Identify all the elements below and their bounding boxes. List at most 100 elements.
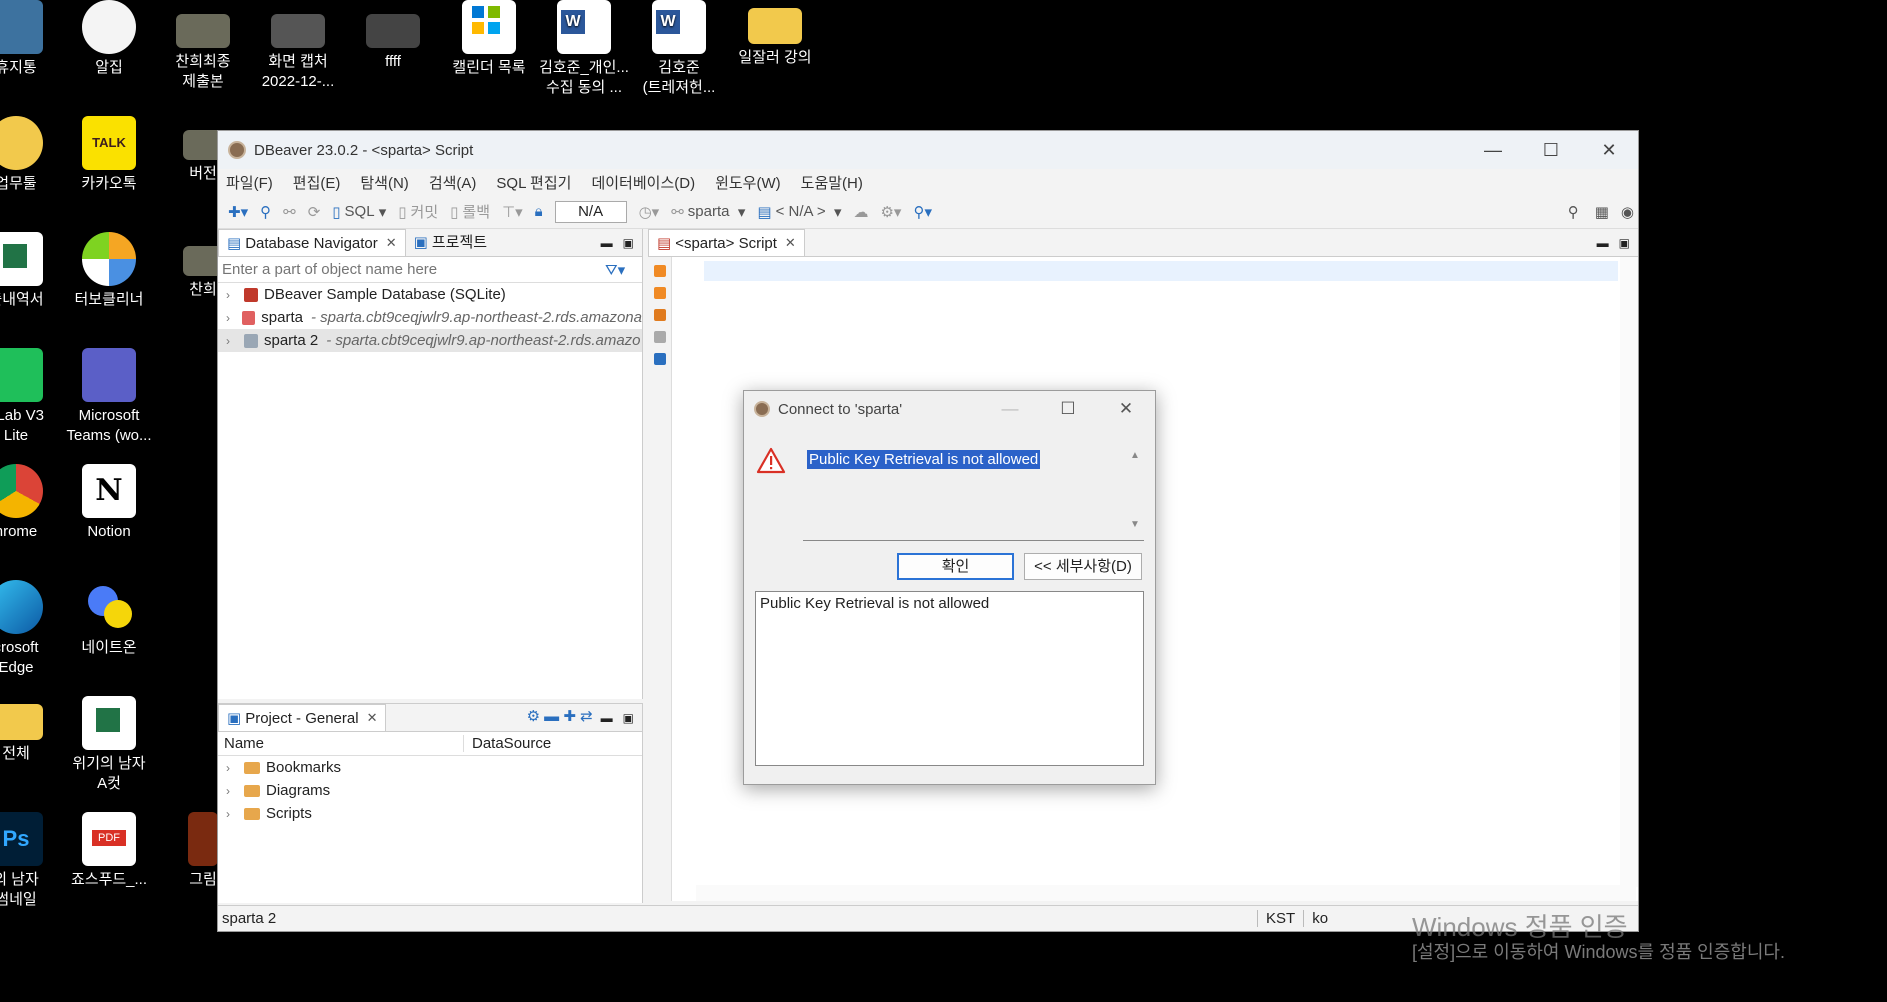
minimize-icon[interactable]: — — [1464, 140, 1522, 161]
editor-vertical-scrollbar[interactable] — [1620, 257, 1638, 887]
desktop-icon-calendar-list[interactable]: 캘린더 목록 — [441, 0, 537, 78]
commit-button[interactable]: ▯ 커밋 — [398, 201, 438, 222]
desktop-icon-alzip[interactable]: 알집 — [61, 0, 157, 78]
execute-statement-icon[interactable] — [653, 265, 666, 277]
desktop-icon-nateon[interactable]: 네이트온 — [61, 580, 157, 658]
project-settings-icon[interactable]: ⚙ ▬ ✚ ⇄ — [527, 707, 593, 731]
details-button[interactable]: << 세부사항(D) — [1024, 553, 1142, 580]
menu-edit[interactable]: 편집(E) — [293, 172, 341, 193]
column-datasource[interactable]: DataSource — [464, 735, 551, 752]
tab-projects[interactable]: ▣ 프로젝트 — [406, 227, 495, 256]
desktop-icon-excel-1[interactable]: 출내역서 — [0, 232, 64, 310]
history-icon[interactable]: ◷▾ — [639, 203, 660, 221]
desktop-icon-word-2[interactable]: W 김호준 (트레져헌... — [631, 0, 727, 98]
schema-selector[interactable]: ▤ < N/A > ▾ — [757, 203, 841, 221]
tab-project-general[interactable]: ▣ Project - General ✕ — [218, 704, 387, 731]
panel-minimize-icon[interactable]: ▬ — [601, 236, 613, 256]
tools-icon[interactable]: ⚙▾ — [880, 203, 901, 221]
transaction-box[interactable]: N/A — [554, 200, 627, 223]
close-icon[interactable]: ✕ — [1580, 140, 1638, 161]
dbeaver-perspective-icon[interactable]: ◉ — [1621, 203, 1634, 221]
editor-horizontal-scrollbar[interactable] — [696, 885, 1636, 901]
chevron-right-icon[interactable]: › — [226, 288, 244, 302]
panel-maximize-icon[interactable]: ▣ — [1619, 236, 1630, 256]
tree-item-sample-db[interactable]: › DBeaver Sample Database (SQLite) — [218, 283, 642, 306]
execute-in-new-tab-icon[interactable] — [653, 287, 666, 299]
transaction-mode-icon[interactable]: ⊤▾ — [502, 203, 523, 221]
menu-file[interactable]: 파일(F) — [226, 172, 273, 193]
navigator-filter-input[interactable] — [222, 261, 597, 278]
sql-editor-button[interactable]: ▯ SQL ▾ — [332, 203, 386, 221]
editor-current-line[interactable] — [704, 261, 1618, 281]
menu-database[interactable]: 데이터베이스(D) — [591, 172, 695, 193]
error-message-box[interactable]: Public Key Retrieval is not allowed ▲ ▼ — [803, 446, 1144, 541]
desktop-icon-word-1[interactable]: W 김호준_개인... 수집 동의 ... — [536, 0, 632, 98]
close-tab-icon[interactable]: ✕ — [386, 235, 397, 251]
global-search-icon[interactable]: ⚲ — [1568, 203, 1579, 221]
desktop-icon-ahnlab[interactable]: nLab V3 Lite — [0, 348, 64, 446]
tree-item-diagrams[interactable]: › Diagrams — [218, 779, 642, 802]
chevron-right-icon[interactable]: › — [226, 784, 244, 798]
column-name[interactable]: Name — [218, 735, 464, 752]
tab-sparta-script[interactable]: ▤ <sparta> Script ✕ — [648, 229, 805, 256]
perspective-icon[interactable]: ▦ — [1595, 203, 1609, 221]
message-scrollbar[interactable]: ▲ ▼ — [1126, 446, 1144, 540]
new-connection-icon[interactable]: ✚▾ — [228, 203, 248, 221]
close-icon[interactable]: ✕ — [1097, 399, 1155, 419]
terminal-icon[interactable] — [653, 353, 666, 365]
desktop-icon-recycle-bin[interactable]: 휴지통 — [0, 0, 64, 78]
tree-item-sparta-2[interactable]: › sparta 2 - sparta.cbt9ceqjwlr9.ap-nort… — [218, 329, 642, 352]
execute-script-icon[interactable] — [653, 309, 666, 321]
datasource-selector[interactable]: ⚯ sparta ▾ — [671, 203, 745, 221]
menu-sql-editor[interactable]: SQL 편집기 — [496, 172, 571, 193]
error-details-text[interactable]: Public Key Retrieval is not allowed — [755, 591, 1144, 766]
explain-plan-icon[interactable] — [653, 331, 666, 343]
lock-icon[interactable]: 🔒︎ — [535, 203, 543, 220]
menu-window[interactable]: 윈도우(W) — [715, 172, 781, 193]
cloud-icon[interactable]: ☁ — [853, 203, 868, 221]
window-titlebar[interactable]: DBeaver 23.0.2 - <sparta> Script — ☐ ✕ — [218, 131, 1638, 169]
desktop-icon-chrome[interactable]: hrome — [0, 464, 64, 542]
desktop-icon-screenshot[interactable]: 화면 캡처 2022-12-... — [250, 0, 346, 92]
chevron-right-icon[interactable]: › — [226, 311, 242, 325]
search-toolbar-icon[interactable]: ⚲▾ — [913, 203, 932, 221]
desktop-icon-folder-lecture[interactable]: 일잘러 강의 — [727, 0, 823, 68]
filter-icon[interactable]: ⛛▾ — [605, 261, 625, 279]
minimize-icon[interactable]: — — [981, 399, 1039, 419]
chevron-right-icon[interactable]: › — [226, 334, 244, 348]
desktop-icon-video-1[interactable]: 찬희최종 제출본 — [155, 0, 251, 92]
tree-item-bookmarks[interactable]: › Bookmarks — [218, 756, 642, 779]
tree-item-sparta[interactable]: › sparta - sparta.cbt9ceqjwlr9.ap-northe… — [218, 306, 642, 329]
menu-search[interactable]: 검색(A) — [429, 172, 477, 193]
desktop-icon-work-tools[interactable]: 업무툴 — [0, 116, 64, 194]
panel-minimize-icon[interactable]: ▬ — [1597, 236, 1609, 256]
close-tab-icon[interactable]: ✕ — [785, 235, 796, 251]
ok-button[interactable]: 확인 — [897, 553, 1014, 580]
invalidate-icon[interactable]: ⟳ — [308, 203, 321, 221]
panel-maximize-icon[interactable]: ▣ — [623, 236, 634, 256]
desktop-icon-excel-2[interactable]: 위기의 남자 A컷 — [61, 696, 157, 794]
menu-help[interactable]: 도움말(H) — [801, 172, 863, 193]
menu-navigate[interactable]: 탐색(N) — [360, 172, 408, 193]
maximize-icon[interactable]: ☐ — [1039, 399, 1097, 419]
chevron-right-icon[interactable]: › — [226, 761, 244, 775]
panel-maximize-icon[interactable]: ▣ — [623, 711, 634, 731]
chevron-right-icon[interactable]: › — [226, 807, 244, 821]
rollback-button[interactable]: ▯ 롤백 — [450, 201, 490, 222]
desktop-icon-turbo-cleaner[interactable]: 터보클리너 — [61, 232, 157, 310]
desktop-icon-edge[interactable]: crosoft Edge — [0, 580, 64, 678]
connect-icon[interactable]: ⚲ — [260, 203, 271, 221]
desktop-icon-ffff[interactable]: ffff — [345, 0, 441, 72]
dialog-titlebar[interactable]: Connect to 'sparta' — ☐ ✕ — [744, 391, 1155, 427]
error-message-text[interactable]: Public Key Retrieval is not allowed — [807, 450, 1041, 469]
disconnect-icon[interactable]: ⚯ — [283, 203, 296, 221]
desktop-icon-folder-all[interactable]: 전체 — [0, 696, 64, 764]
desktop-icon-kakaotalk[interactable]: TALK 카카오톡 — [61, 116, 157, 194]
desktop-icon-notion[interactable]: N Notion — [61, 464, 157, 542]
desktop-icon-pdf[interactable]: PDF 죠스푸드_... — [61, 812, 157, 890]
close-tab-icon[interactable]: ✕ — [367, 710, 378, 726]
tree-item-scripts[interactable]: › Scripts — [218, 802, 642, 825]
desktop-icon-teams[interactable]: Microsoft Teams (wo... — [61, 348, 157, 446]
maximize-icon[interactable]: ☐ — [1522, 140, 1580, 161]
tab-database-navigator[interactable]: ▤ Database Navigator ✕ — [218, 229, 406, 256]
